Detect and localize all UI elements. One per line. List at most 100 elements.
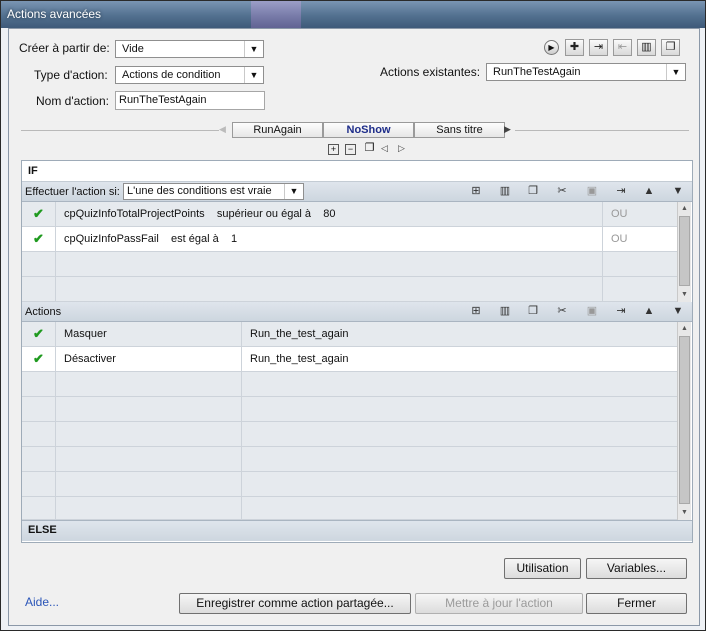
- copy-condition-icon[interactable]: ❐: [525, 184, 541, 199]
- existing-actions-select[interactable]: RunTheTestAgain ▼: [486, 63, 686, 81]
- condition-row-empty[interactable]: [22, 252, 677, 277]
- insert-action-row-icon[interactable]: ⇥: [613, 304, 629, 319]
- move-up-icon[interactable]: ▲: [641, 184, 657, 199]
- action-type-select[interactable]: Actions de condition ▼: [115, 66, 264, 84]
- action-row[interactable]: ✔ Masquer Run_the_test_again: [22, 322, 677, 347]
- create-from-select[interactable]: Vide ▼: [115, 40, 264, 58]
- tab-sans-titre[interactable]: Sans titre: [414, 122, 505, 138]
- conditions-scrollbar[interactable]: ▲ ▼: [677, 202, 691, 302]
- action-target[interactable]: Run_the_test_again: [242, 322, 677, 346]
- insert-action-icon[interactable]: ⊞: [468, 304, 484, 319]
- condition-expression[interactable]: cpQuizInfoPassFail est égal à 1: [56, 227, 603, 251]
- create-from-label: Créer à partir de:: [19, 41, 110, 55]
- delete-condition-icon[interactable]: ▥: [497, 184, 513, 199]
- action-row-empty[interactable]: [22, 472, 677, 497]
- tab-noshow[interactable]: NoShow: [323, 122, 414, 138]
- condition-connector[interactable]: OU: [603, 202, 677, 226]
- action-row[interactable]: ✔ Désactiver Run_the_test_again: [22, 347, 677, 372]
- actions-scrollbar[interactable]: ▲ ▼: [677, 322, 691, 520]
- action-name-input[interactable]: RunTheTestAgain: [115, 91, 265, 110]
- condition-value: 80: [323, 208, 336, 220]
- condition-variable: cpQuizInfoTotalProjectPoints: [64, 208, 205, 220]
- move-up-icon[interactable]: ▲: [641, 304, 657, 319]
- checkmark-icon: ✔: [22, 227, 56, 251]
- copy-action-icon[interactable]: ❐: [525, 304, 541, 319]
- delete-action-icon[interactable]: ▥: [637, 39, 656, 56]
- action-row-empty[interactable]: [22, 397, 677, 422]
- tab-separator-left: [21, 130, 219, 131]
- scroll-down-icon[interactable]: ▼: [678, 506, 691, 519]
- delete-action-row-icon[interactable]: ▥: [497, 304, 513, 319]
- remove-decision-icon[interactable]: −: [345, 144, 356, 155]
- decision-panel: IF Effectuer l'action si: L'une des cond…: [21, 160, 693, 543]
- empty-command-cell[interactable]: [56, 422, 242, 446]
- empty-check-cell: [22, 252, 56, 276]
- dialog-content: Créer à partir de: Vide ▼ Type d'action:…: [8, 28, 700, 626]
- empty-check-cell: [22, 397, 56, 421]
- condition-value: 1: [230, 233, 238, 245]
- empty-command-cell[interactable]: [56, 397, 242, 421]
- action-row-empty[interactable]: [22, 422, 677, 447]
- scroll-tabs-right-icon[interactable]: ▶: [504, 124, 511, 135]
- scroll-down-icon[interactable]: ▼: [678, 288, 691, 301]
- scroll-up-icon[interactable]: ▲: [678, 322, 691, 335]
- condition-operator: est égal à: [171, 233, 219, 245]
- action-name-label: Nom d'action:: [36, 94, 109, 108]
- action-command[interactable]: Désactiver: [56, 347, 242, 371]
- empty-command-cell[interactable]: [56, 497, 242, 519]
- scroll-thumb[interactable]: [679, 336, 690, 504]
- action-command[interactable]: Masquer: [56, 322, 242, 346]
- scroll-up-icon[interactable]: ▲: [678, 202, 691, 215]
- help-link[interactable]: Aide...: [25, 595, 59, 609]
- variables-button[interactable]: Variables...: [586, 558, 687, 579]
- add-decision-icon[interactable]: +: [328, 144, 339, 155]
- move-decision-right-icon[interactable]: ▷: [398, 143, 405, 154]
- move-down-icon[interactable]: ▼: [670, 184, 686, 199]
- checkmark-icon: ✔: [22, 322, 56, 346]
- insert-condition-icon[interactable]: ⊞: [468, 184, 484, 199]
- scroll-tabs-left-icon[interactable]: ◀: [219, 124, 226, 135]
- action-target[interactable]: Run_the_test_again: [242, 347, 677, 371]
- export-action-icon[interactable]: ⇤: [613, 39, 632, 56]
- empty-expression-cell[interactable]: [56, 252, 603, 276]
- scroll-thumb[interactable]: [679, 216, 690, 286]
- save-shared-action-button[interactable]: Enregistrer comme action partagée...: [179, 593, 411, 614]
- condition-row[interactable]: ✔ cpQuizInfoPassFail est égal à 1 OU: [22, 227, 677, 252]
- condition-mode-select[interactable]: L'une des conditions est vraie ▼: [123, 183, 304, 200]
- empty-command-cell[interactable]: [56, 372, 242, 396]
- empty-check-cell: [22, 497, 56, 519]
- empty-command-cell[interactable]: [56, 472, 242, 496]
- action-type-label: Type d'action:: [34, 68, 108, 82]
- cut-action-icon[interactable]: ✂: [554, 304, 570, 319]
- condition-row-empty[interactable]: [22, 277, 677, 302]
- condition-mode-value: L'une des conditions est vraie: [127, 185, 272, 197]
- move-down-icon[interactable]: ▼: [670, 304, 686, 319]
- copy-decision-icon[interactable]: ❐: [364, 143, 375, 155]
- else-header[interactable]: ELSE: [22, 520, 692, 541]
- condition-connector[interactable]: OU: [603, 227, 677, 251]
- close-button[interactable]: Fermer: [586, 593, 687, 614]
- conditions-grid: ✔ cpQuizInfoTotalProjectPoints supérieur…: [22, 202, 677, 302]
- action-row-empty[interactable]: [22, 372, 677, 397]
- paste-action-icon[interactable]: ▣: [584, 304, 600, 319]
- paste-condition-icon[interactable]: ▣: [584, 184, 600, 199]
- add-action-icon[interactable]: ✚: [565, 39, 584, 56]
- condition-row[interactable]: ✔ cpQuizInfoTotalProjectPoints supérieur…: [22, 202, 677, 227]
- existing-actions-label: Actions existantes:: [380, 65, 481, 79]
- empty-expression-cell[interactable]: [56, 277, 603, 301]
- condition-expression[interactable]: cpQuizInfoTotalProjectPoints supérieur o…: [56, 202, 603, 226]
- insert-row-icon[interactable]: ⇥: [613, 184, 629, 199]
- action-row-empty[interactable]: [22, 447, 677, 472]
- action-row-empty[interactable]: [22, 497, 677, 520]
- update-action-button[interactable]: Mettre à jour l'action: [415, 593, 583, 614]
- empty-command-cell[interactable]: [56, 447, 242, 471]
- move-decision-left-icon[interactable]: ◁: [381, 143, 388, 154]
- tab-runagain[interactable]: RunAgain: [232, 122, 323, 138]
- title-bar[interactable]: Actions avancées: [1, 1, 705, 28]
- cut-condition-icon[interactable]: ✂: [554, 184, 570, 199]
- import-action-icon[interactable]: ⇥: [589, 39, 608, 56]
- usage-button[interactable]: Utilisation: [504, 558, 581, 579]
- preview-play-icon[interactable]: ▶: [544, 40, 559, 55]
- duplicate-action-icon[interactable]: ❐: [661, 39, 680, 56]
- existing-actions-value: RunTheTestAgain: [493, 66, 581, 78]
